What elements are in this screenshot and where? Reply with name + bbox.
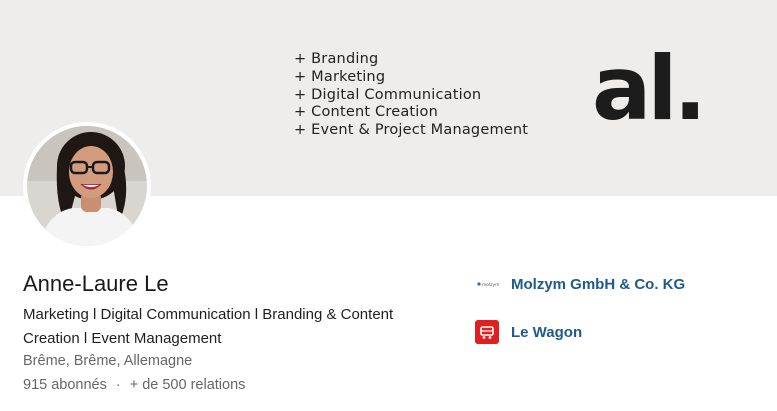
profile-headline: Marketing l Digital Communication l Bran…	[23, 306, 394, 347]
banner-line: + Marketing	[294, 68, 386, 85]
banner-logo: al.	[592, 37, 707, 140]
banner-services-list: + Branding + Marketing + Digital Communi…	[294, 51, 528, 140]
profile-location: Brême, Brême, Allemagne	[23, 353, 193, 369]
banner-line: + Branding	[294, 51, 379, 67]
org-item-molzym[interactable]: molzym Molzym GmbH & Co. KG	[475, 272, 685, 296]
molzym-logo-icon: molzym	[475, 272, 499, 296]
org-item-le-wagon[interactable]: Le Wagon	[475, 320, 582, 344]
profile-stats: 915 abonnés · + de 500 relations	[23, 377, 245, 393]
banner-line: + Event & Project Management	[294, 122, 529, 139]
profile-card: + Branding + Marketing + Digital Communi…	[0, 0, 777, 411]
org-name[interactable]: Le Wagon	[511, 324, 582, 341]
banner-line: + Content Creation	[294, 104, 438, 121]
molzym-logo-text: molzym	[482, 282, 499, 288]
followers-count[interactable]: 915 abonnés	[23, 377, 107, 393]
connections-count[interactable]: + de 500 relations	[130, 377, 246, 393]
avatar[interactable]	[23, 122, 151, 250]
profile-name: Anne-Laure Le	[23, 271, 169, 296]
stats-separator: ·	[115, 377, 121, 393]
avatar-photo	[27, 126, 147, 246]
banner-line: + Digital Communication	[294, 86, 482, 103]
org-name[interactable]: Molzym GmbH & Co. KG	[511, 276, 685, 293]
le-wagon-logo-icon	[475, 320, 499, 344]
